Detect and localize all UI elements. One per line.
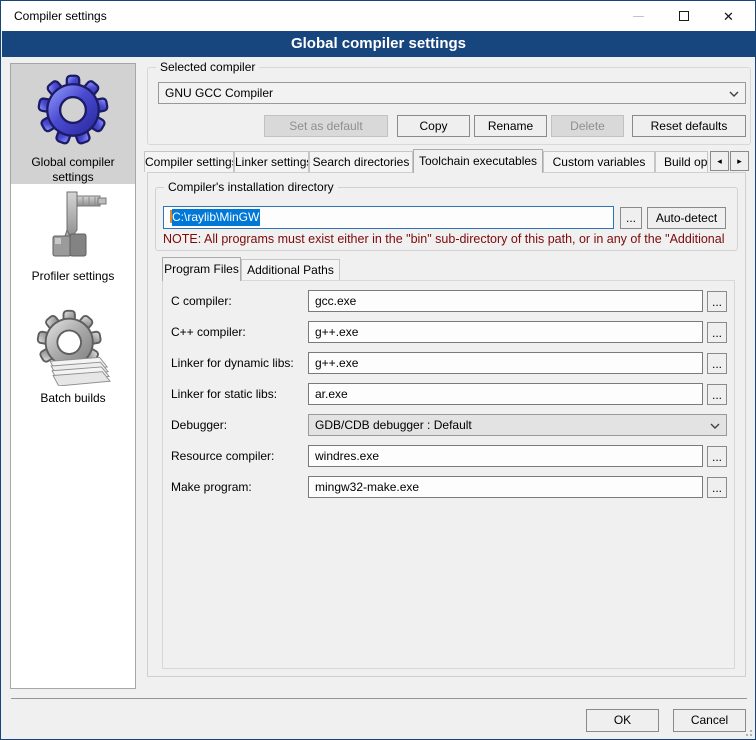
program-files-panel: C compiler: gcc.exe ... C++ compiler: g+… xyxy=(162,280,735,669)
resize-grip[interactable] xyxy=(744,728,752,736)
debugger-value: GDB/CDB debugger : Default xyxy=(315,418,472,432)
installation-directory-input[interactable]: C:\raylib\MinGW xyxy=(163,206,614,229)
sidebar-item-label: Profiler settings xyxy=(28,267,119,290)
reset-defaults-button[interactable]: Reset defaults xyxy=(632,115,746,137)
close-button[interactable]: ✕ xyxy=(706,1,751,31)
cancel-button[interactable]: Cancel xyxy=(673,709,746,732)
resource-compiler-input[interactable]: windres.exe xyxy=(308,445,703,467)
blue-gear-icon xyxy=(34,70,112,153)
tab-custom-variables[interactable]: Custom variables xyxy=(543,151,655,172)
tab-scroll-left-button[interactable]: ◂ xyxy=(710,151,729,171)
set-as-default-button[interactable]: Set as default xyxy=(264,115,388,137)
resource-compiler-label: Resource compiler: xyxy=(171,445,274,467)
bin-subdirectory-note: NOTE: All programs must exist either in … xyxy=(163,232,735,246)
chevron-down-icon xyxy=(729,91,739,97)
close-icon: ✕ xyxy=(723,10,734,23)
installation-directory-value: C:\raylib\MinGW xyxy=(172,209,260,226)
selected-compiler-group-label: Selected compiler xyxy=(156,60,259,74)
sidebar-item-batch-builds[interactable]: Batch builds xyxy=(11,302,135,422)
minimize-icon xyxy=(633,16,644,17)
gray-gear-papers-icon xyxy=(35,308,111,389)
page-title: Global compiler settings xyxy=(2,31,755,57)
selected-compiler-group: Selected compiler GNU GCC Compiler Set a… xyxy=(147,67,751,145)
window-title: Compiler settings xyxy=(14,9,107,23)
tab-scroll-right-button[interactable]: ▸ xyxy=(730,151,749,171)
minimize-button[interactable] xyxy=(616,1,661,31)
cpp-compiler-browse-button[interactable]: ... xyxy=(707,322,727,343)
sidebar-item-global-compiler-settings[interactable]: Global compiler settings xyxy=(11,64,135,184)
browse-directory-button[interactable]: ... xyxy=(620,207,642,229)
debugger-dropdown[interactable]: GDB/CDB debugger : Default xyxy=(308,414,727,436)
linker-dynamic-input[interactable]: g++.exe xyxy=(308,352,703,374)
compiler-settings-dialog: Compiler settings ✕ Global compiler sett… xyxy=(0,0,756,740)
tab-toolchain-executables[interactable]: Toolchain executables xyxy=(413,149,543,173)
linker-dynamic-label: Linker for dynamic libs: xyxy=(171,352,294,374)
installation-directory-group-label: Compiler's installation directory xyxy=(164,180,338,194)
footer-divider xyxy=(11,698,747,699)
cpp-compiler-input[interactable]: g++.exe xyxy=(308,321,703,343)
auto-detect-button[interactable]: Auto-detect xyxy=(647,207,726,229)
make-program-browse-button[interactable]: ... xyxy=(707,477,727,498)
c-compiler-browse-button[interactable]: ... xyxy=(707,291,727,312)
maximize-icon xyxy=(679,11,689,21)
linker-static-browse-button[interactable]: ... xyxy=(707,384,727,405)
tab-linker-settings[interactable]: Linker settings xyxy=(234,151,309,172)
delete-button[interactable]: Delete xyxy=(551,115,624,137)
tab-build-options-truncated[interactable]: Build options xyxy=(655,151,708,172)
sidebar-item-label: Global compiler settings xyxy=(11,153,135,191)
maximize-button[interactable] xyxy=(661,1,706,31)
debugger-label: Debugger: xyxy=(171,414,227,436)
linker-static-input[interactable]: ar.exe xyxy=(308,383,703,405)
selected-compiler-value: GNU GCC Compiler xyxy=(165,86,273,100)
resource-compiler-browse-button[interactable]: ... xyxy=(707,446,727,467)
selected-compiler-dropdown[interactable]: GNU GCC Compiler xyxy=(158,82,746,104)
linker-dynamic-browse-button[interactable]: ... xyxy=(707,353,727,374)
sidebar-item-profiler-settings[interactable]: Profiler settings xyxy=(11,184,135,302)
ok-button[interactable]: OK xyxy=(586,709,659,732)
tab-search-directories[interactable]: Search directories xyxy=(309,151,413,172)
subtab-program-files[interactable]: Program Files xyxy=(162,257,241,281)
arrow-left-icon: ◂ xyxy=(717,156,722,166)
c-compiler-label: C compiler: xyxy=(171,290,232,312)
title-bar[interactable]: Compiler settings ✕ xyxy=(1,1,755,31)
program-files-tabs-bar: Program Files Additional Paths xyxy=(162,257,732,281)
chevron-down-icon xyxy=(710,423,720,429)
rename-button[interactable]: Rename xyxy=(474,115,547,137)
copy-button[interactable]: Copy xyxy=(397,115,470,137)
cpp-compiler-label: C++ compiler: xyxy=(171,321,246,343)
toolchain-executables-panel: Compiler's installation directory C:\ray… xyxy=(147,172,746,677)
make-program-label: Make program: xyxy=(171,476,252,498)
installation-directory-group: Compiler's installation directory C:\ray… xyxy=(155,187,738,251)
make-program-input[interactable]: mingw32-make.exe xyxy=(308,476,703,498)
sidebar-item-label: Batch builds xyxy=(36,389,109,412)
arrow-right-icon: ▸ xyxy=(737,156,742,166)
tab-compiler-settings[interactable]: Compiler settings xyxy=(144,151,234,172)
linker-static-label: Linker for static libs: xyxy=(171,383,277,405)
settings-category-sidebar: Global compiler settings Profiler settin… xyxy=(10,63,136,689)
subtab-additional-paths[interactable]: Additional Paths xyxy=(241,259,340,280)
compiler-tabs-bar: Compiler settings Linker settings Search… xyxy=(144,149,754,173)
c-compiler-input[interactable]: gcc.exe xyxy=(308,290,703,312)
caliper-icon xyxy=(37,190,109,267)
